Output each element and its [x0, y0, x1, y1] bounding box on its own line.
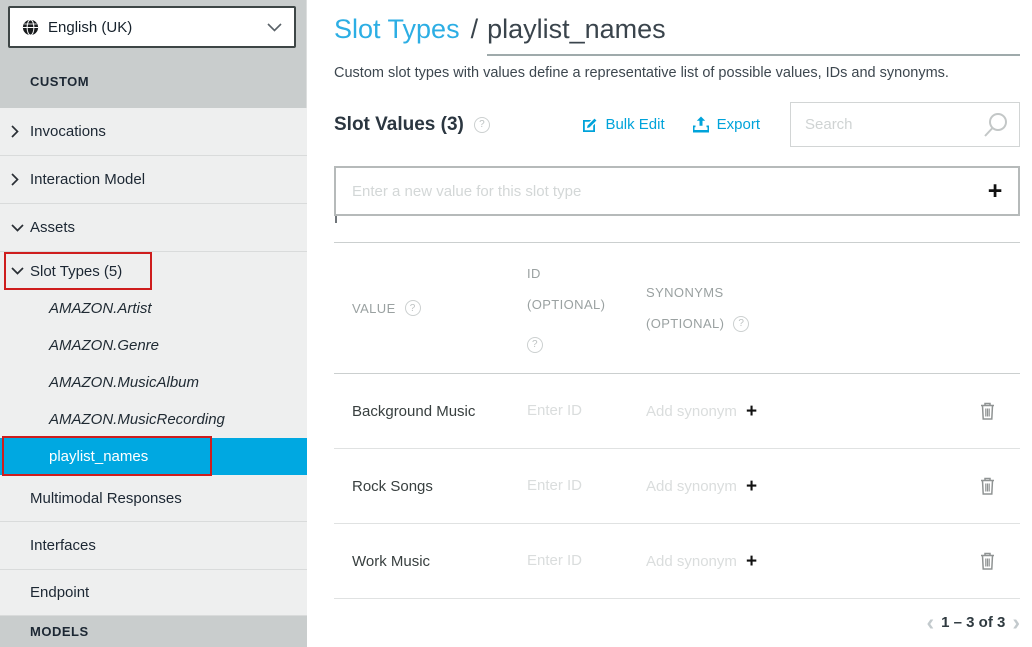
sidebar-item-interfaces[interactable]: Interfaces	[0, 522, 307, 570]
help-icon[interactable]: ?	[474, 117, 490, 133]
delete-row-button[interactable]	[979, 551, 996, 571]
new-slot-value-box: +	[334, 166, 1020, 216]
sidebar-top: English (UK) CUSTOM	[0, 0, 306, 108]
help-icon[interactable]: ?	[527, 337, 543, 353]
page-description: Custom slot types with values define a r…	[334, 65, 1020, 81]
input-caret-mark	[335, 216, 337, 223]
bulk-edit-button[interactable]: Bulk Edit	[582, 116, 664, 133]
export-button[interactable]: Export	[692, 116, 760, 133]
id-input[interactable]	[527, 477, 622, 494]
chevron-down-icon	[11, 224, 30, 232]
sidebar-item-amazon-musicalbum[interactable]: AMAZON.MusicAlbum	[0, 364, 307, 401]
search-icon[interactable]	[981, 111, 1009, 139]
pagination-next-icon[interactable]: ›	[1012, 612, 1020, 632]
slot-values-toolbar: Slot Values (3) ? Bulk Edit Export	[334, 102, 1020, 147]
sidebar: English (UK) CUSTOM Invocations Interact…	[0, 0, 307, 647]
chevron-right-icon	[11, 173, 30, 186]
language-selector[interactable]: English (UK)	[8, 6, 296, 48]
sidebar-item-amazon-genre[interactable]: AMAZON.Genre	[0, 327, 307, 364]
chevron-right-icon	[11, 125, 30, 138]
sidebar-item-amazon-artist[interactable]: AMAZON.Artist	[0, 290, 307, 327]
add-synonym-button[interactable]: +	[746, 402, 757, 421]
table-row: Rock Songs +	[334, 449, 1020, 524]
breadcrumb-current-wrap: playlist_names	[487, 14, 1020, 56]
sidebar-nav: Invocations Interaction Model Assets Slo…	[0, 108, 307, 616]
pagination-label: 1 – 3 of 3	[941, 614, 1005, 631]
add-synonym-button[interactable]: +	[746, 477, 757, 496]
page-title: playlist_names	[487, 14, 666, 44]
trash-icon	[979, 401, 996, 421]
pagination-prev-icon[interactable]: ‹	[926, 612, 934, 632]
synonym-input[interactable]	[646, 553, 742, 570]
new-slot-value-input[interactable]	[336, 183, 972, 200]
bulk-edit-icon	[582, 117, 598, 133]
breadcrumb: Slot Types / playlist_names	[334, 14, 1020, 56]
delete-row-button[interactable]	[979, 476, 996, 496]
column-header-synonyms: SYNONYMS (OPTIONAL) ?	[628, 277, 964, 339]
id-input[interactable]	[527, 552, 622, 569]
slot-values-table: VALUE ? ID (OPTIONAL) ? SYNONYMS (OPTION…	[334, 242, 1020, 632]
delete-row-button[interactable]	[979, 401, 996, 421]
slot-value-text[interactable]: Rock Songs	[334, 478, 509, 495]
sidebar-item-playlist-names[interactable]: playlist_names	[0, 438, 307, 475]
sidebar-item-amazon-musicrecording[interactable]: AMAZON.MusicRecording	[0, 401, 307, 438]
breadcrumb-slot-types-link[interactable]: Slot Types	[334, 14, 460, 45]
sidebar-item-interaction-model[interactable]: Interaction Model	[0, 156, 307, 204]
add-value-button[interactable]: +	[972, 179, 1018, 204]
slot-value-text[interactable]: Work Music	[334, 553, 509, 570]
sidebar-section-custom: CUSTOM	[30, 74, 89, 89]
column-header-id: ID (OPTIONAL) ?	[509, 258, 628, 358]
synonym-input[interactable]	[646, 403, 742, 420]
help-icon[interactable]: ?	[733, 316, 749, 332]
table-row: Work Music +	[334, 524, 1020, 599]
help-icon[interactable]: ?	[405, 300, 421, 316]
globe-icon	[22, 19, 39, 36]
sidebar-item-slot-types[interactable]: Slot Types (5)	[0, 252, 307, 290]
slot-values-title: Slot Values (3)	[334, 114, 464, 136]
table-row: Background Music +	[334, 374, 1020, 449]
sidebar-item-endpoint[interactable]: Endpoint	[0, 570, 307, 616]
breadcrumb-separator: /	[471, 14, 479, 45]
sidebar-item-invocations[interactable]: Invocations	[0, 108, 307, 156]
sidebar-item-multimodal-responses[interactable]: Multimodal Responses	[0, 475, 307, 522]
sidebar-item-assets[interactable]: Assets	[0, 204, 307, 252]
sidebar-section-models: MODELS	[0, 616, 307, 647]
export-icon	[692, 116, 710, 133]
synonym-input[interactable]	[646, 478, 742, 495]
add-synonym-button[interactable]: +	[746, 552, 757, 571]
trash-icon	[979, 476, 996, 496]
search-box	[790, 102, 1020, 147]
column-header-value: VALUE ?	[334, 293, 509, 324]
search-input[interactable]	[805, 116, 981, 133]
slot-value-text[interactable]: Background Music	[334, 403, 509, 420]
main-content: Slot Types / playlist_names Custom slot …	[334, 0, 1020, 632]
chevron-down-icon	[267, 23, 282, 32]
table-header: VALUE ? ID (OPTIONAL) ? SYNONYMS (OPTION…	[334, 242, 1020, 374]
id-input[interactable]	[527, 402, 622, 419]
pagination: ‹ 1 – 3 of 3 ›	[334, 612, 1020, 632]
trash-icon	[979, 551, 996, 571]
chevron-down-icon	[11, 267, 30, 275]
language-label: English (UK)	[48, 19, 267, 36]
